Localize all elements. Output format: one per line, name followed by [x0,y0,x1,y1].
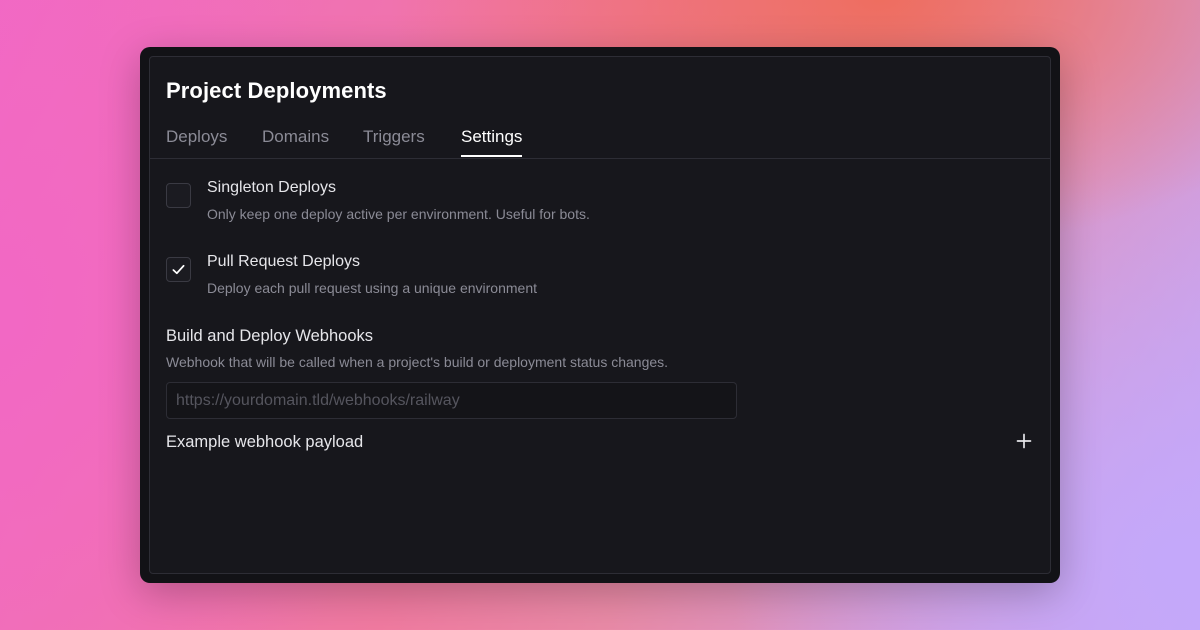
tab-triggers[interactable]: Triggers [363,127,425,155]
pull-request-deploys-checkbox[interactable] [166,257,191,282]
singleton-deploys-label: Singleton Deploys [207,179,336,196]
example-webhook-payload-label: Example webhook payload [166,433,364,451]
webhooks-section-title: Build and Deploy Webhooks [166,327,373,345]
example-webhook-payload-toggle[interactable]: Example webhook payload [166,431,1034,455]
tab-deploys[interactable]: Deploys [166,127,227,155]
checkmark-icon [172,264,185,275]
plus-icon[interactable] [1016,433,1032,449]
tab-settings[interactable]: Settings [461,127,523,157]
pull-request-deploys-description: Deploy each pull request using a unique … [207,280,537,296]
tab-domains[interactable]: Domains [262,127,329,155]
pull-request-deploys-label: Pull Request Deploys [207,253,360,270]
tab-bar: Deploys Domains Triggers Settings [150,123,1050,159]
app-window: Project Deployments Deploys Domains Trig… [140,47,1060,583]
page-title: Project Deployments [166,78,387,103]
singleton-deploys-checkbox[interactable] [166,183,191,208]
singleton-deploys-description: Only keep one deploy active per environm… [207,206,590,222]
webhook-url-input[interactable] [166,382,737,419]
settings-panel: Project Deployments Deploys Domains Trig… [149,56,1051,574]
webhooks-section-description: Webhook that will be called when a proje… [166,354,669,370]
